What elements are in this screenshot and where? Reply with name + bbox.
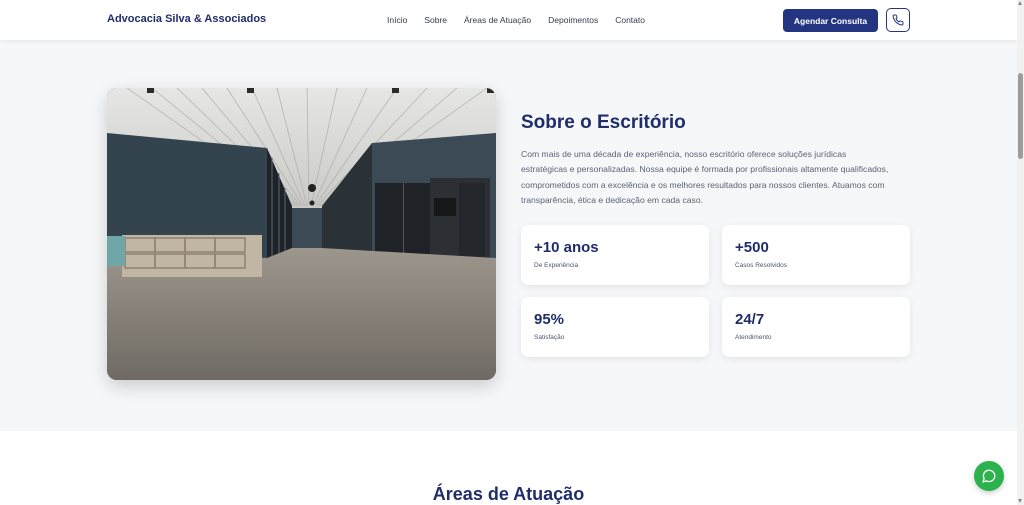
stat-label: Casos Resolvidos (735, 262, 788, 269)
stat-card-support: 24/7 Atendimento (722, 297, 910, 357)
stat-value: +10 anos (534, 239, 599, 256)
stat-card-satisfaction: 95% Satisfação (521, 297, 709, 357)
nav-link-inicio[interactable]: Início (387, 15, 407, 25)
scroll-down-arrow-icon[interactable] (1018, 499, 1022, 503)
schedule-consultation-button[interactable]: Agendar Consulta (783, 9, 878, 32)
vertical-scrollbar[interactable] (1017, 0, 1024, 505)
practice-areas-title: Áreas de Atuação (432, 484, 585, 504)
stat-card-experience: +10 anos De Experiência (521, 225, 709, 285)
phone-icon (892, 14, 904, 26)
phone-button[interactable] (886, 8, 910, 32)
stat-label: Atendimento (735, 334, 772, 341)
whatsapp-button[interactable] (974, 461, 1004, 491)
brand-logo[interactable]: Advocacia Silva & Associados (107, 13, 266, 25)
nav-link-depoimentos[interactable]: Depoimentos (548, 15, 598, 25)
scroll-up-arrow-icon[interactable] (1018, 1, 1022, 5)
nav-link-contato[interactable]: Contato (615, 15, 645, 25)
stat-label: Satisfação (534, 334, 565, 341)
office-corridor-image (107, 88, 496, 380)
stat-value: 95% (534, 311, 565, 328)
main-nav: Início Sobre Áreas de Atuação Depoimento… (387, 15, 645, 25)
site-header: Advocacia Silva & Associados Início Sobr… (0, 0, 1017, 40)
stat-label: De Experiência (534, 262, 579, 269)
office-photo (107, 88, 496, 380)
stat-value: +500 (735, 239, 769, 256)
about-description: Com mais de uma década de experiência, n… (521, 149, 889, 205)
nav-link-sobre[interactable]: Sobre (424, 15, 447, 25)
scrollbar-thumb[interactable] (1018, 73, 1023, 159)
stat-card-cases: +500 Casos Resolvidos (722, 225, 910, 285)
whatsapp-icon (982, 469, 996, 483)
practice-areas-section: Áreas de Atuação (0, 431, 1017, 505)
stat-value: 24/7 (735, 311, 765, 328)
about-title: Sobre o Escritório (521, 112, 686, 133)
nav-link-areas[interactable]: Áreas de Atuação (464, 15, 531, 25)
